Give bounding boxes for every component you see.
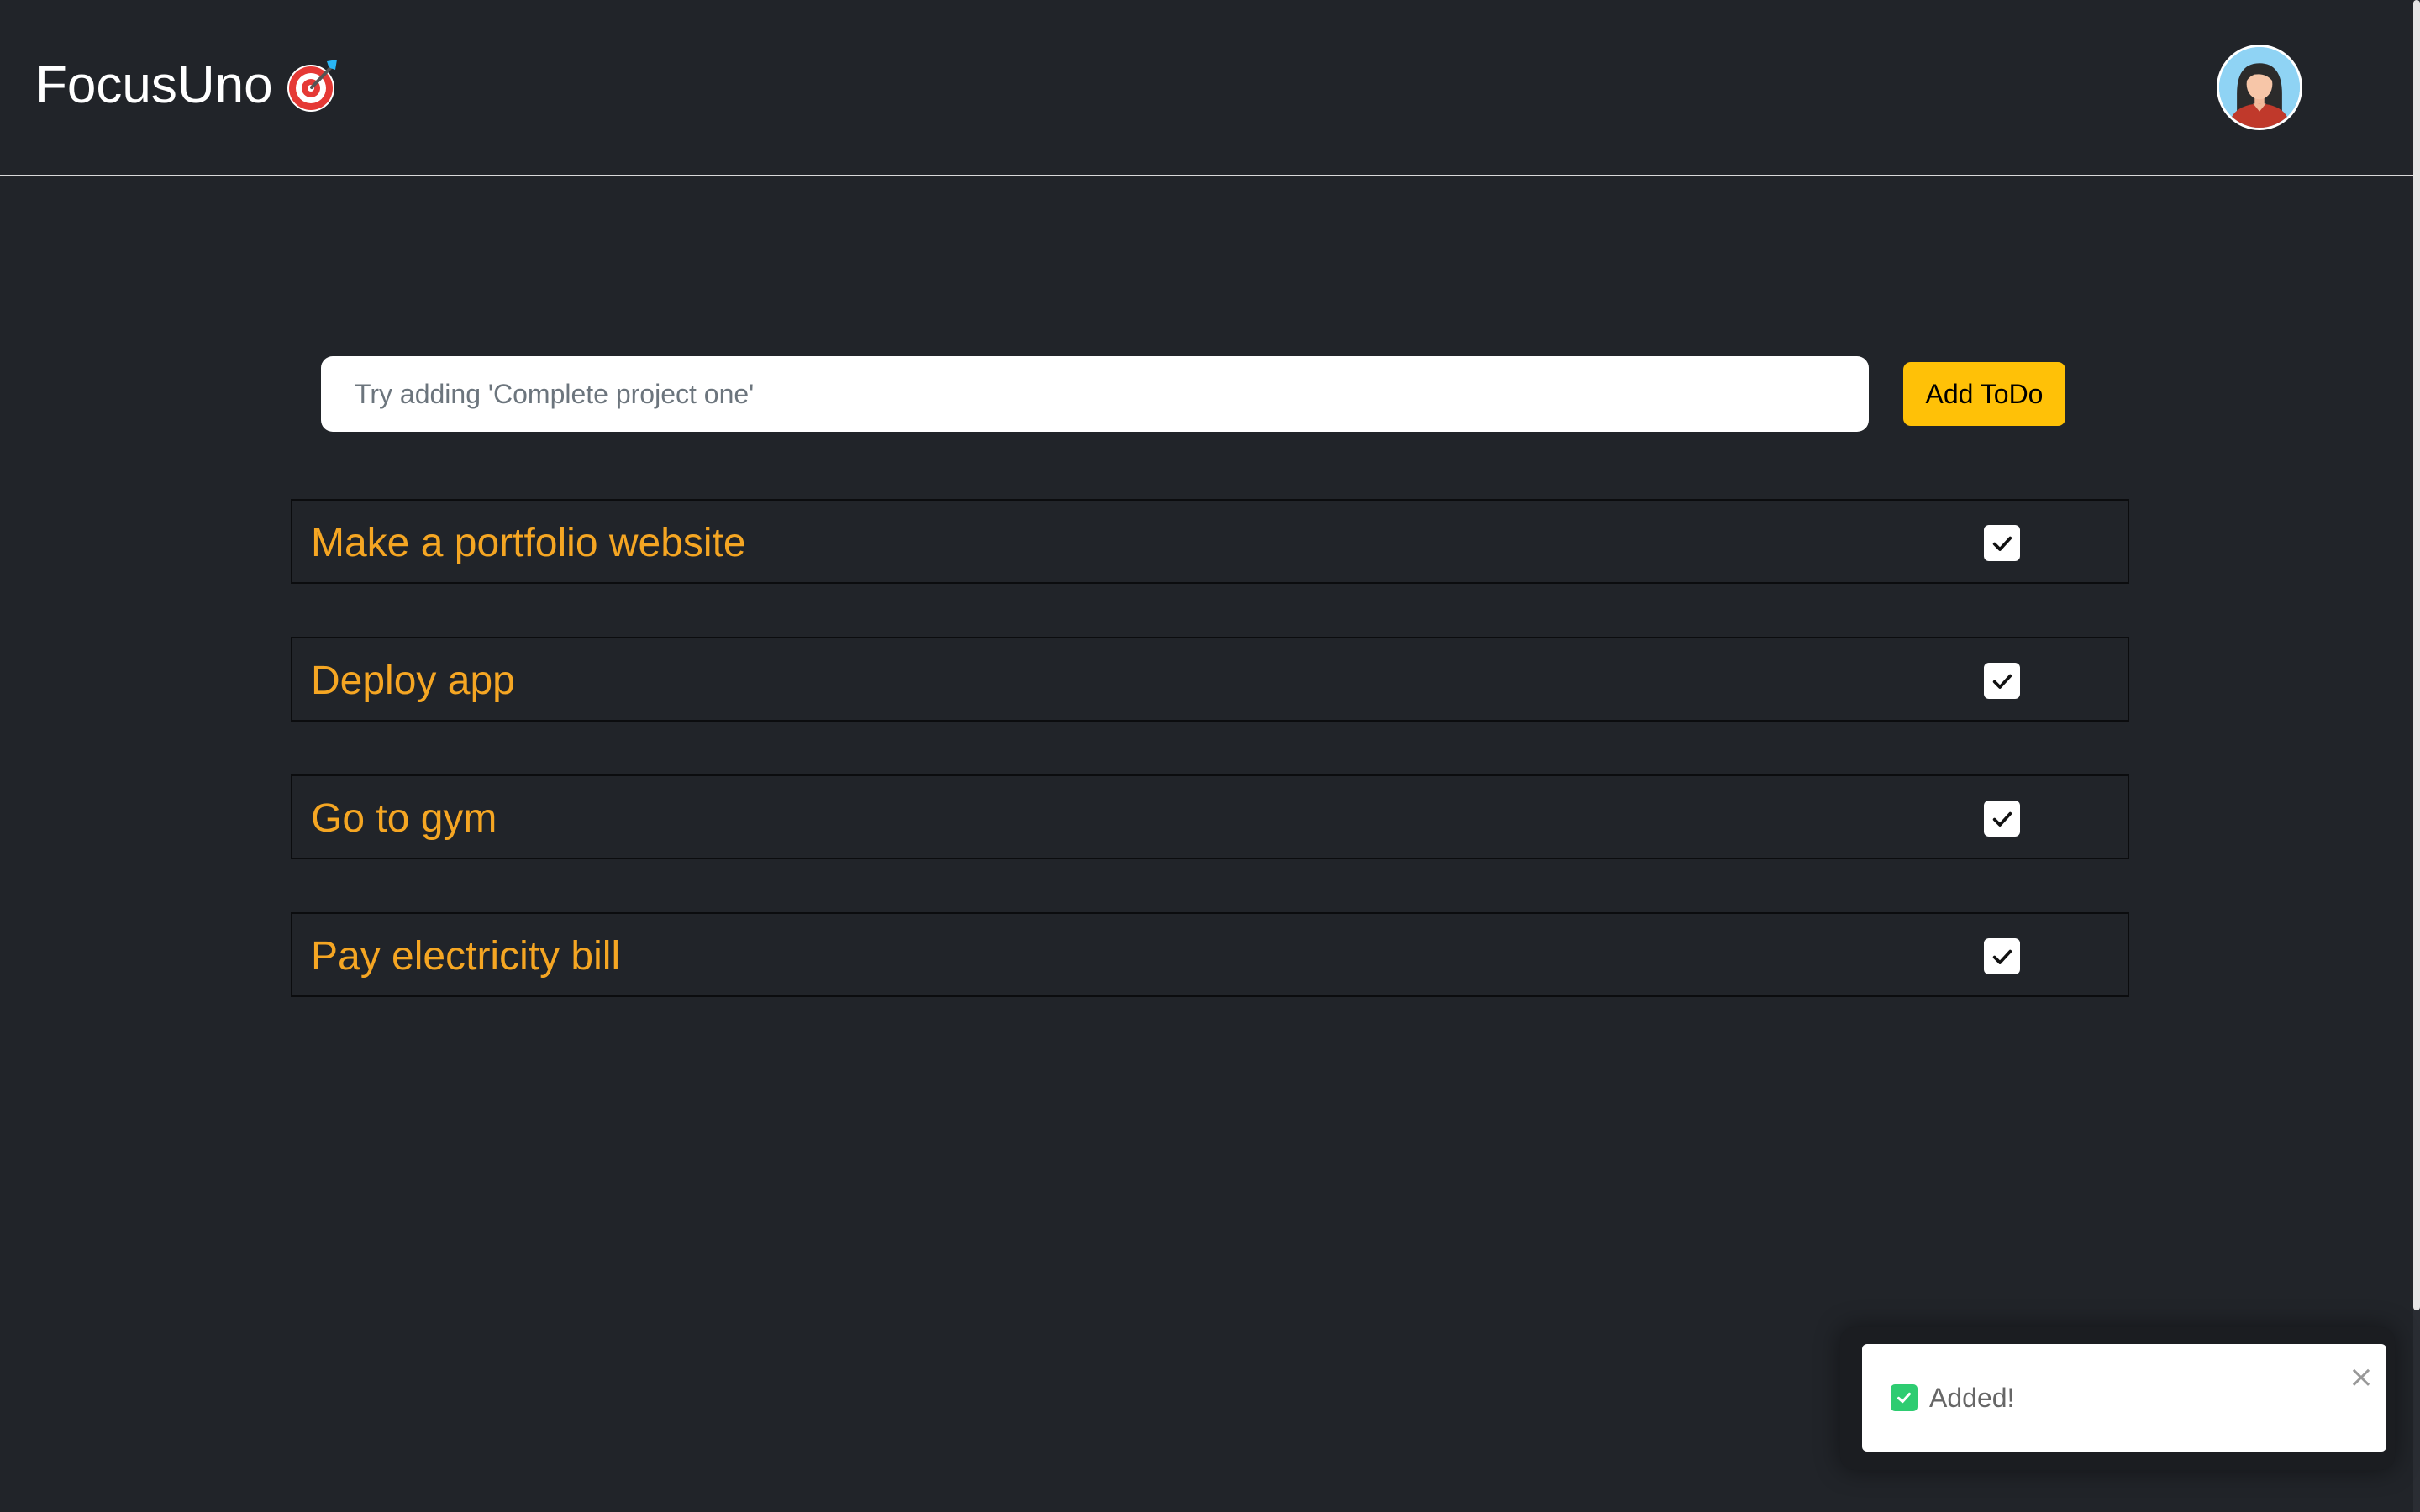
todo-item: Pay electricity bill <box>291 912 2129 997</box>
todo-checkbox[interactable] <box>1984 938 2020 974</box>
scrollbar-thumb[interactable] <box>2413 0 2420 1310</box>
todo-checkbox[interactable] <box>1984 663 2020 699</box>
page-scrollbar[interactable] <box>2413 0 2420 1512</box>
todo-text: Pay electricity bill <box>311 934 621 979</box>
brand-name: FocusUno <box>35 56 273 114</box>
todo-item: Go to gym <box>291 774 2129 859</box>
check-square-icon <box>1891 1384 1918 1411</box>
todo-text: Go to gym <box>311 796 497 841</box>
todo-list: Make a portfolio website Deploy app Go t… <box>291 499 2129 1050</box>
todo-text: Deploy app <box>311 659 515 703</box>
toast-notification[interactable]: Added! × <box>1862 1344 2386 1452</box>
todo-item: Deploy app <box>291 637 2129 722</box>
checkmark-icon <box>1992 811 2012 827</box>
toast-message: Added! <box>1929 1383 2015 1413</box>
add-todo-button[interactable]: Add ToDo <box>1903 362 2065 426</box>
user-avatar-icon <box>2219 47 2300 128</box>
brand-logo[interactable]: FocusUno <box>35 52 342 119</box>
todo-checkbox[interactable] <box>1984 801 2020 837</box>
toast-close-button[interactable]: × <box>2346 1362 2376 1393</box>
user-avatar[interactable] <box>2217 45 2302 130</box>
target-dart-icon <box>283 56 342 115</box>
checkmark-icon <box>1992 949 2012 964</box>
todo-checkbox[interactable] <box>1984 525 2020 561</box>
todo-text: Make a portfolio website <box>311 521 746 565</box>
checkmark-icon <box>1992 674 2012 689</box>
app-root: FocusUno Try adding 'Complete project on… <box>0 0 2420 1512</box>
todo-input[interactable] <box>321 356 1869 432</box>
todo-item: Make a portfolio website <box>291 499 2129 584</box>
top-navbar: FocusUno <box>0 0 2413 176</box>
checkmark-icon <box>1992 536 2012 551</box>
